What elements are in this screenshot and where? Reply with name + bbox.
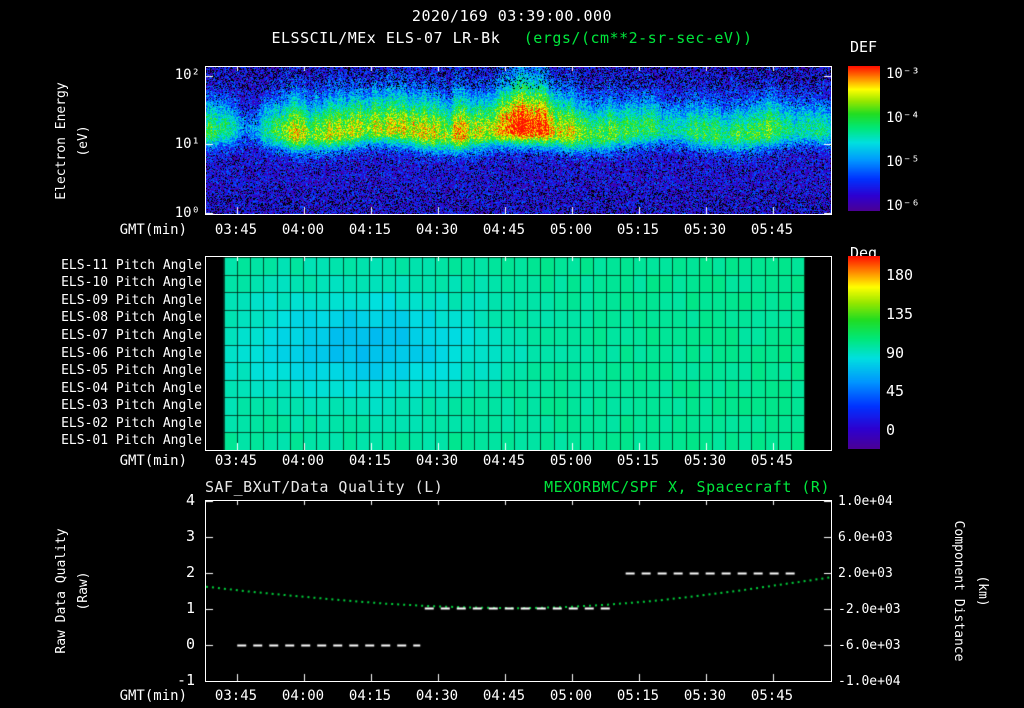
pitch-row-label: ELS-09 Pitch Angle <box>61 293 202 308</box>
colorbar-tick-label: 135 <box>886 305 914 323</box>
x-tick-label: 03:45 <box>214 688 258 704</box>
electron-energy-axis-label: Electron Energy <box>54 82 69 200</box>
colorbar-tick-label: 45 <box>886 382 905 400</box>
x-tick-label: 05:45 <box>750 688 794 704</box>
x-tick-label: 05:00 <box>549 453 593 469</box>
energy-spectrogram-canvas <box>206 67 831 214</box>
pitch-row-label: ELS-06 Pitch Angle <box>61 346 202 361</box>
pitch-row-label: ELS-01 Pitch Angle <box>61 433 202 448</box>
deg-colorbar <box>848 256 880 449</box>
pitch-row-label: ELS-05 Pitch Angle <box>61 363 202 378</box>
pitch-row-label: ELS-02 Pitch Angle <box>61 416 202 431</box>
colorbar-tick-label: 90 <box>886 344 905 362</box>
y-tick-label: -1.0e+04 <box>838 674 901 689</box>
x-tick-label: 04:00 <box>281 453 325 469</box>
x-tick-label: 05:15 <box>616 688 660 704</box>
colorbar-tick-label: 0 <box>886 421 896 439</box>
colorbar-tick-label: 10⁻³ <box>886 66 920 82</box>
y-tick-label: 1 <box>185 599 195 617</box>
x-tick-label: 04:30 <box>415 453 459 469</box>
y-tick-label: 4 <box>185 491 195 509</box>
km-units-label: (km) <box>975 575 990 607</box>
colorbar-tick-label: 180 <box>886 266 914 284</box>
y-tick-label: 10² <box>174 67 200 83</box>
x-tick-label: 05:30 <box>683 688 727 704</box>
quality-panel-titles: SAF_BXuT/Data Quality (L) MEXORBMC/SPF X… <box>205 478 830 496</box>
raw-units-label: (Raw) <box>76 571 91 611</box>
pitch-row-label: ELS-04 Pitch Angle <box>61 381 202 396</box>
x-tick-label: 03:45 <box>214 453 258 469</box>
y-tick-label: -1 <box>176 671 195 689</box>
x-tick-label: 04:30 <box>415 688 459 704</box>
component-distance-axis-label: Component Distance <box>951 520 966 662</box>
timestamp-title: 2020/169 03:39:00.000 <box>411 7 613 25</box>
x-tick-label: 05:15 <box>616 222 660 238</box>
pitch-row-label: ELS-03 Pitch Angle <box>61 398 202 413</box>
spacecraft-title: MEXORBMC/SPF X, Spacecraft (R) <box>544 478 830 496</box>
spectrogram-units: (ergs/(cm**2-sr-sec-eV)) <box>523 29 753 47</box>
x-tick-label: 04:45 <box>482 222 526 238</box>
y-tick-label: 6.0e+03 <box>838 530 893 545</box>
pitch-row-label: ELS-07 Pitch Angle <box>61 328 202 343</box>
y-tick-label: 10⁰ <box>174 205 200 221</box>
pitch-row-label: ELS-11 Pitch Angle <box>61 258 202 273</box>
colorbar-tick-label: 10⁻⁵ <box>886 154 920 170</box>
plot-page: 2020/169 03:39:00.000 ELSSCIL/MEx ELS-07… <box>0 0 1024 708</box>
x-tick-label: 04:45 <box>482 688 526 704</box>
x-tick-label: 03:45 <box>214 222 258 238</box>
energy-spectrogram-panel <box>205 66 832 215</box>
pitch-angle-panel <box>205 256 832 451</box>
quality-distance-canvas <box>206 501 831 681</box>
y-tick-label: 3 <box>185 527 195 545</box>
gmt-axis-label: GMT(min) <box>119 688 187 704</box>
x-tick-label: 04:30 <box>415 222 459 238</box>
def-colorbar-title: DEF <box>850 38 878 56</box>
gmt-axis-label: GMT(min) <box>119 453 187 469</box>
def-colorbar <box>848 66 880 211</box>
raw-data-quality-axis-label: Raw Data Quality <box>54 528 69 654</box>
x-tick-label: 04:00 <box>281 222 325 238</box>
ev-units-label: (eV) <box>76 125 91 157</box>
x-tick-label: 05:30 <box>683 453 727 469</box>
y-tick-label: 2 <box>185 563 195 581</box>
x-tick-label: 04:15 <box>348 688 392 704</box>
y-tick-label: -2.0e+03 <box>838 602 901 617</box>
pitch-angle-canvas <box>206 257 831 450</box>
y-tick-label: 10¹ <box>174 136 200 152</box>
x-tick-label: 05:45 <box>750 453 794 469</box>
x-tick-label: 04:15 <box>348 222 392 238</box>
pitch-row-label: ELS-10 Pitch Angle <box>61 275 202 290</box>
x-tick-label: 05:00 <box>549 222 593 238</box>
x-tick-label: 05:45 <box>750 222 794 238</box>
x-tick-label: 04:15 <box>348 453 392 469</box>
spectrogram-title-text: ELSSCIL/MEx ELS-07 LR-Bk <box>271 29 501 47</box>
colorbar-tick-label: 10⁻⁶ <box>886 198 920 214</box>
pitch-row-label: ELS-08 Pitch Angle <box>61 310 202 325</box>
y-tick-label: 1.0e+04 <box>838 494 893 509</box>
x-tick-label: 05:00 <box>549 688 593 704</box>
colorbar-tick-label: 10⁻⁴ <box>886 110 920 126</box>
quality-title: SAF_BXuT/Data Quality (L) <box>205 478 444 496</box>
x-tick-label: 04:00 <box>281 688 325 704</box>
gmt-axis-label: GMT(min) <box>119 222 187 238</box>
y-tick-label: 0 <box>185 635 195 653</box>
x-tick-label: 05:30 <box>683 222 727 238</box>
x-tick-label: 04:45 <box>482 453 526 469</box>
y-tick-label: 2.0e+03 <box>838 566 893 581</box>
x-tick-label: 05:15 <box>616 453 660 469</box>
quality-distance-panel <box>205 500 832 682</box>
y-tick-label: -6.0e+03 <box>838 638 901 653</box>
